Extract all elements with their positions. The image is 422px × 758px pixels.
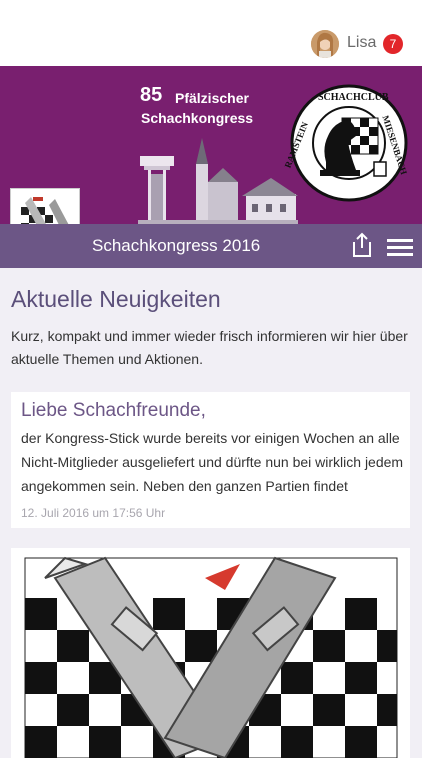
town-silhouette-icon [138,138,298,224]
intro-text: Kurz, kompakt und immer wieder frisch in… [11,328,408,367]
app-title: Schachkongress 2016 [92,236,261,255]
news-card[interactable]: Liebe Schachfreunde, der Kongress-Stick … [11,392,410,528]
news-date: 12. Juli 2016 um 17:56 Uhr [21,506,166,520]
notification-badge[interactable]: 7 [383,34,403,54]
avatar-image [311,30,339,58]
news-title[interactable]: Liebe Schachfreunde, [21,400,206,422]
banner-title-line2: Schachkongress [141,110,254,126]
chess-pieces-illustration-icon [11,548,410,758]
seal-top-text: SCHACHCLUB [318,92,389,103]
share-icon[interactable] [350,232,374,258]
hamburger-menu-icon[interactable] [387,238,413,258]
section-title: Aktuelle Neuigkeiten [11,286,221,312]
top-bar [0,0,422,66]
user-avatar[interactable] [311,30,339,58]
news-excerpt: der Kongress-Stick wurde bereits vor ein… [21,430,404,494]
banner-number: 85 [140,84,163,106]
banner-title-line1: Pfälzischer [175,90,249,106]
news-image-card[interactable] [11,548,410,758]
user-name[interactable]: Lisa [347,34,376,52]
